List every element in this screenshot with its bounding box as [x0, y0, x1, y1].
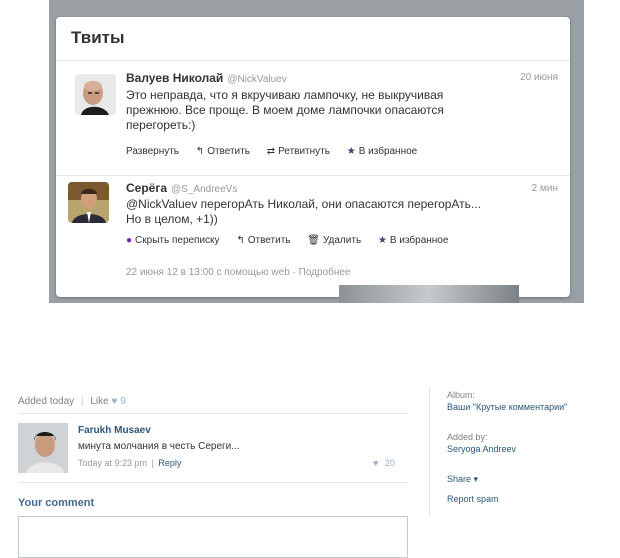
avatar-seryoga[interactable]: [68, 182, 109, 223]
valuev-photo-icon: [75, 74, 116, 115]
chevron-down-icon: ▾: [473, 474, 479, 484]
comment-text: минута молчания в честь Сереги...: [78, 441, 240, 452]
tweet-line: @NickValuev перегорАть Николай, они опас…: [126, 197, 481, 211]
comment-input[interactable]: [18, 516, 408, 558]
retweet-label: Ретвитнуть: [278, 146, 330, 157]
author-name[interactable]: Валуев Николай: [126, 71, 223, 85]
added-by-link[interactable]: Seryoga Andreev: [447, 444, 516, 454]
retweet-icon: ⇄: [266, 146, 276, 157]
added-date: Added today: [18, 396, 75, 407]
tweet-line: прежнюю. Все проще. В моем доме лампочки…: [126, 103, 444, 117]
tweet-actions: ● Скрыть переписку ↰ Ответить 🗑 Удалить ★ В …: [126, 235, 462, 246]
favorite-button[interactable]: ★ В избранное: [347, 146, 418, 157]
album-link[interactable]: Ваши "Крутые комментарии": [447, 402, 567, 412]
tweet-seryoga: Серёга @S_AndreeVs 2 мин @NickValuev пере…: [56, 176, 570, 297]
star-icon: ★: [346, 146, 356, 157]
album-label: Album:: [447, 390, 476, 400]
trash-icon: 🗑: [307, 235, 320, 246]
seryoga-photo-icon: [68, 182, 109, 223]
share-button[interactable]: Share ▾: [447, 474, 478, 485]
like-count: 9: [120, 396, 126, 407]
tweet-actions: Развернуть ↰ Ответить ⇄ Ретвитнуть ★ В избр…: [126, 146, 431, 157]
photo-meta-row: Added today | Like ♥ 9: [18, 396, 126, 407]
added-by-info: Added by: Seryoga Andreev: [447, 432, 516, 454]
like-button[interactable]: Like ♥ 9: [90, 396, 125, 407]
commenter-avatar[interactable]: [18, 423, 68, 473]
tweet-text: Это неправда, что я вкручиваю лампочку, …: [126, 88, 546, 133]
favorite-label: В избранное: [389, 235, 449, 246]
tweet-line: Но в целом, +1)): [126, 212, 218, 226]
tweet-line: Это неправда, что я вкручиваю лампочку, …: [126, 88, 444, 102]
hide-conversation-button[interactable]: ● Скрыть переписку: [126, 235, 220, 246]
hide-conversation-label: Скрыть переписку: [135, 235, 220, 246]
expand-label: Развернуть: [126, 146, 180, 157]
tweet-line: перегореть:): [126, 118, 196, 132]
share-label: Share: [447, 474, 472, 484]
tweet-author[interactable]: Серёга @S_AndreeVs: [126, 181, 237, 195]
comment-like-button[interactable]: ♥ 20: [373, 458, 395, 468]
author-handle[interactable]: @NickValuev: [227, 74, 286, 85]
tweets-heading: Твиты: [71, 28, 125, 47]
tweets-card: Твиты Валуев Николай @NickValuev 20 июня …: [56, 17, 570, 297]
separator: |: [80, 396, 84, 407]
your-comment-heading: Your comment: [18, 497, 95, 509]
tweet-author[interactable]: Валуев Николай @NickValuev: [126, 71, 287, 85]
comment-like-count: 20: [384, 458, 395, 468]
commenter-photo-icon: [18, 423, 68, 473]
heart-icon: ♥: [111, 396, 118, 407]
expand-button[interactable]: Развернуть: [126, 146, 179, 157]
comment-author[interactable]: Farukh Musaev: [78, 425, 151, 436]
heart-icon: ♥: [373, 458, 379, 468]
separator: |: [151, 458, 154, 468]
author-name[interactable]: Серёга: [126, 181, 167, 195]
sidebar-divider: [429, 386, 430, 516]
tweet-time[interactable]: 20 июня: [520, 72, 558, 83]
reply-label: Ответить: [247, 235, 291, 246]
tweet-time[interactable]: 2 мин: [532, 183, 558, 194]
comment-meta: Today at 9:23 pm | Reply: [78, 458, 181, 468]
avatar-valuev[interactable]: [75, 74, 116, 115]
reply-button[interactable]: ↰ Ответить: [196, 146, 250, 157]
delete-button[interactable]: 🗑 Удалить: [307, 235, 361, 246]
reply-icon: ↰: [236, 235, 245, 246]
album-info: Album: Ваши "Крутые комментарии": [447, 390, 567, 412]
reply-link[interactable]: Reply: [158, 458, 181, 468]
reply-button[interactable]: ↰ Ответить: [236, 235, 290, 246]
reply-label: Ответить: [207, 146, 250, 157]
divider: [18, 413, 408, 414]
like-label: Like: [90, 396, 109, 407]
favorite-label: В избранное: [358, 146, 418, 157]
star-icon: ★: [377, 235, 387, 246]
tweet-valuev: Валуев Николай @NickValuev 20 июня Это не…: [56, 61, 570, 185]
favorite-button[interactable]: ★ В избранное: [378, 235, 449, 246]
twitter-screenshot-frame: Твиты Валуев Николай @NickValuev 20 июня …: [49, 0, 584, 303]
conversation-icon: ●: [126, 235, 133, 246]
retweet-button[interactable]: ⇄ Ретвитнуть: [267, 146, 330, 157]
divider: [18, 482, 408, 483]
author-handle[interactable]: @S_AndreeVs: [171, 184, 237, 195]
tweet-text: @NickValuev перегорАть Николай, они опас…: [126, 197, 546, 227]
tweet-meta[interactable]: 22 июня 12 в 13:00 с помощью web · Подро…: [126, 267, 351, 278]
report-spam-link[interactable]: Report spam: [447, 494, 499, 504]
reply-icon: ↰: [195, 146, 205, 157]
delete-label: Удалить: [322, 235, 362, 246]
comment-time: Today at 9:23 pm: [78, 458, 148, 468]
added-by-label: Added by:: [447, 432, 488, 442]
